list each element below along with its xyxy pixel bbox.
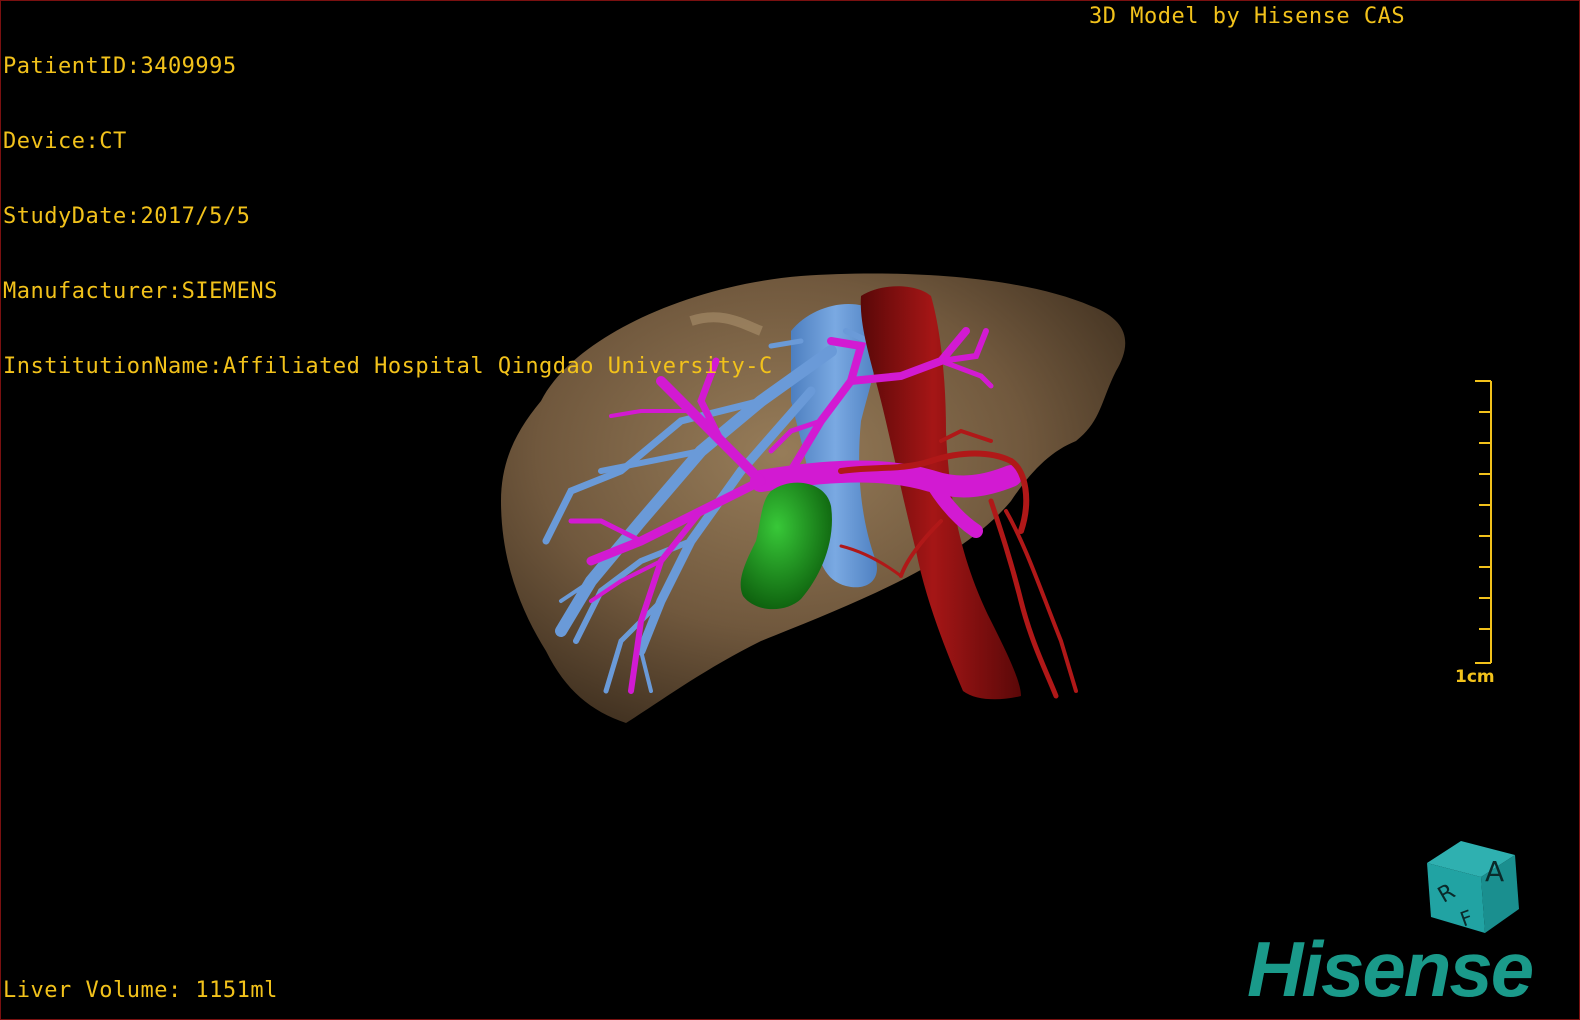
model-credit: 3D Model by Hisense CAS <box>1089 4 1406 29</box>
device: Device:CT <box>3 129 127 154</box>
dicom-info-overlay: PatientID:3409995 Device:CT StudyDate:20… <box>3 4 773 429</box>
orientation-cube-icon[interactable]: A R F <box>1423 837 1523 937</box>
liver-volume: Liver Volume: 1151ml <box>3 978 278 1003</box>
manufacturer: Manufacturer:SIEMENS <box>3 279 278 304</box>
scale-bar <box>1475 380 1492 664</box>
3d-viewport[interactable]: PatientID:3409995 Device:CT StudyDate:20… <box>0 0 1580 1020</box>
study-date: StudyDate:2017/5/5 <box>3 204 251 229</box>
institution-name: InstitutionName:Affiliated Hospital Qing… <box>3 354 773 379</box>
patient-id: PatientID:3409995 <box>3 54 237 79</box>
scale-bar-label: 1cm <box>1455 667 1495 687</box>
hisense-logo: Hisense <box>1247 925 1534 1013</box>
cube-face-a: A <box>1485 855 1504 888</box>
